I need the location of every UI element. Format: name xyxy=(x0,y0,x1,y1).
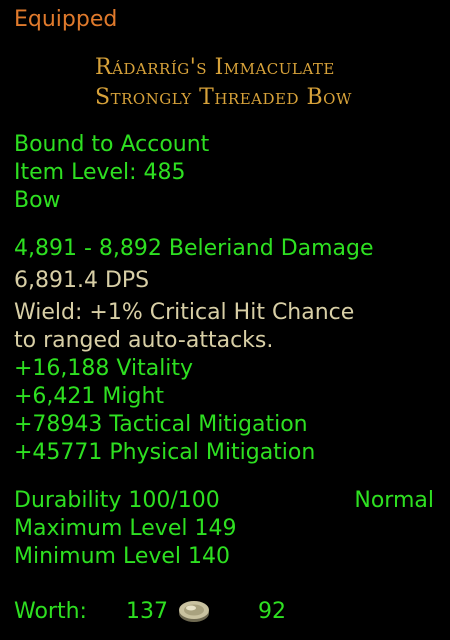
worth-silver: 92 xyxy=(258,599,286,624)
item-name-line-2: Strongly Threaded Bow xyxy=(95,85,352,110)
wield-effect-line-1: Wield: +1% Critical Hit Chance xyxy=(14,300,355,325)
damage-range: 4,891 - 8,892 Beleriand Damage xyxy=(14,236,374,261)
max-level: Maximum Level 149 xyxy=(14,516,237,541)
min-level: Minimum Level 140 xyxy=(14,544,231,569)
wield-effect-line-2: to ranged auto-attacks. xyxy=(14,328,274,353)
stat-might: +6,421 Might xyxy=(14,384,165,409)
item-level: Item Level: 485 xyxy=(14,160,186,185)
silver-coin-icon xyxy=(179,601,209,622)
worth-label: Worth: xyxy=(14,599,87,624)
item-name-line-1: Rádarríg's Immaculate xyxy=(95,55,335,80)
durability: Durability 100/100 xyxy=(14,488,220,513)
binding-text: Bound to Account xyxy=(14,132,210,157)
item-type: Bow xyxy=(14,188,61,213)
equipped-label: Equipped xyxy=(14,7,118,32)
stat-physical-mitigation: +45771 Physical Mitigation xyxy=(14,440,316,465)
quality-label: Normal xyxy=(354,488,434,513)
worth-gold: 137 xyxy=(126,599,168,624)
dps-value: 6,891.4 DPS xyxy=(14,268,150,293)
stat-tactical-mitigation: +78943 Tactical Mitigation xyxy=(14,412,308,437)
item-tooltip: Equipped Rádarríg's Immaculate Strongly … xyxy=(0,0,450,640)
stat-vitality: +16,188 Vitality xyxy=(14,356,194,381)
